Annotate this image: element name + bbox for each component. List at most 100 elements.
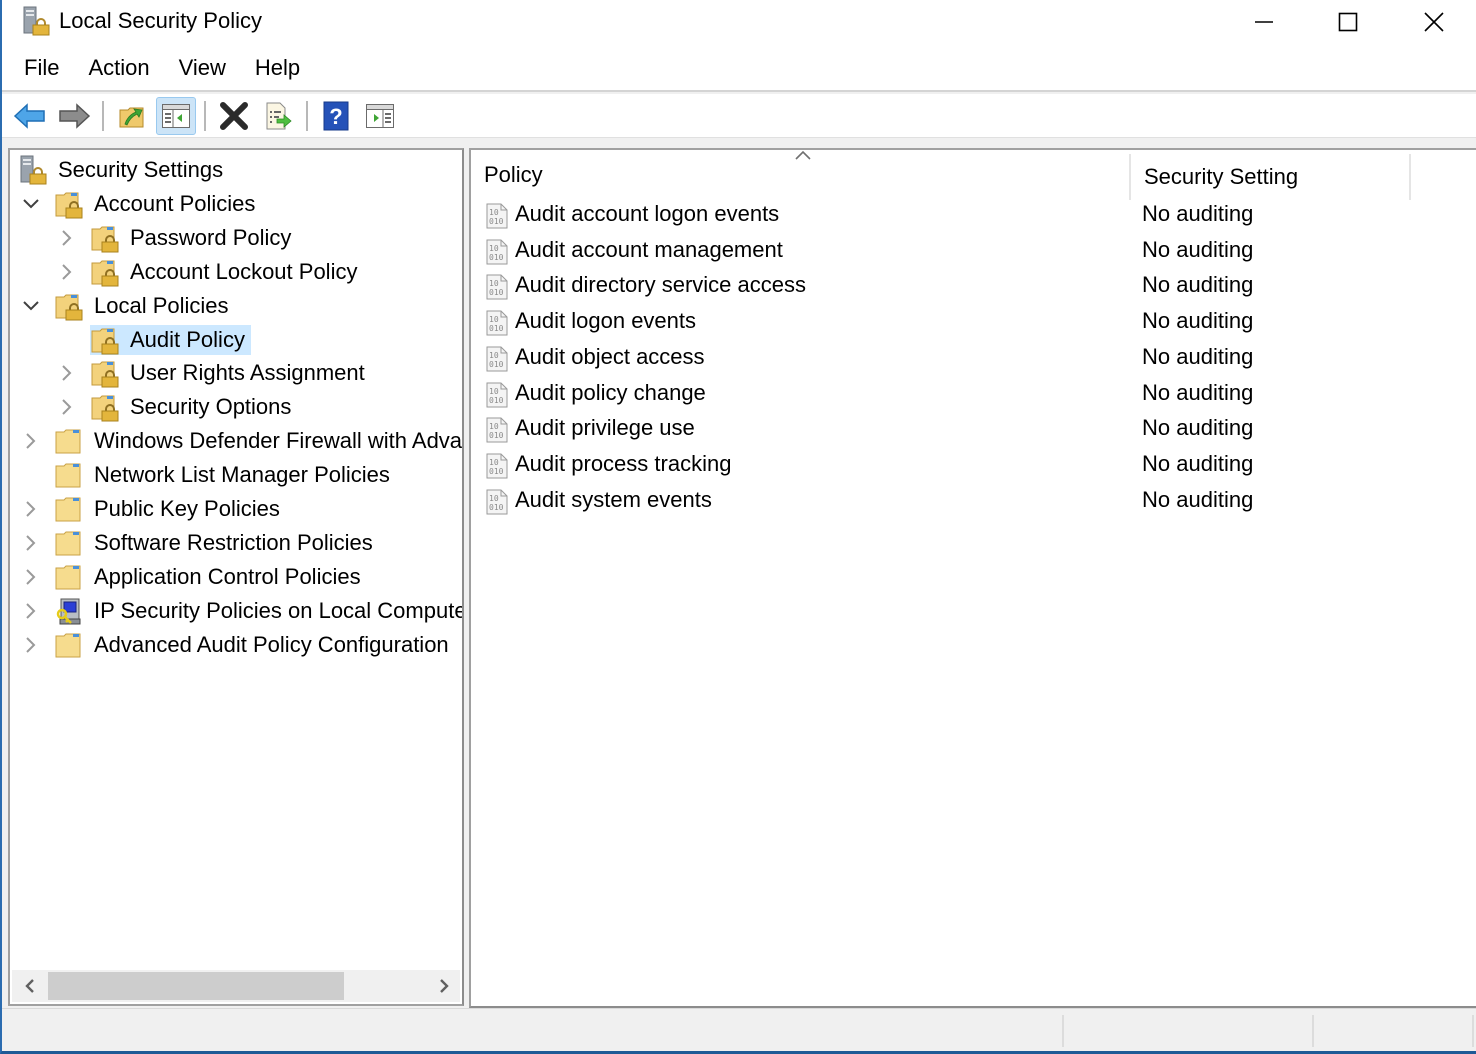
tree-item-content: Network List Manager Policies <box>54 460 396 490</box>
policy-row[interactable]: 10 010 Audit policy change No auditing <box>471 377 1471 413</box>
chevron-right-icon[interactable] <box>20 634 42 656</box>
column-header-policy[interactable]: Policy <box>471 150 1129 200</box>
security-policy-app-icon <box>22 6 50 36</box>
policy-row[interactable]: 10 010 Audit object access No auditing <box>471 341 1471 377</box>
show-hide-action-pane-button[interactable] <box>360 97 400 135</box>
security-setting-value: No auditing <box>1142 486 1254 512</box>
policy-row[interactable]: 10 010 Audit account management No auditing <box>471 234 1471 270</box>
tree-item-windows-defender-firewall-with-adva[interactable]: Windows Defender Firewall with Adva <box>20 424 463 458</box>
folder-icon <box>54 426 84 456</box>
chevron-down-icon[interactable] <box>20 295 42 317</box>
tree-item-security-settings[interactable]: Security Settings <box>18 153 229 187</box>
tree-item-content: Password Policy <box>90 223 297 253</box>
up-one-level-button[interactable] <box>112 97 152 135</box>
tree-item-content: Security Options <box>90 392 297 422</box>
svg-text:?: ? <box>329 104 342 129</box>
tree-item-ip-security-policies-on-local-compute[interactable]: IP Security Policies on Local Compute <box>20 594 462 628</box>
arrow-left-icon <box>13 102 45 129</box>
policy-name: Audit privilege use <box>515 415 695 441</box>
tree-item-account-policies[interactable]: Account Policies <box>20 187 261 221</box>
svg-text:010: 010 <box>489 360 504 369</box>
chevron-right-icon[interactable] <box>20 566 42 588</box>
tree-item-audit-policy[interactable]: Audit Policy <box>56 323 251 357</box>
scrollbar-thumb[interactable] <box>48 972 344 1000</box>
minimize-button[interactable] <box>1222 0 1306 44</box>
tree-item-content: Local Policies <box>54 291 235 321</box>
tree-item-public-key-policies[interactable]: Public Key Policies <box>20 492 286 526</box>
close-button[interactable] <box>1392 0 1476 44</box>
policy-name: Audit object access <box>515 343 705 369</box>
status-bar-divider <box>1062 1015 1064 1047</box>
svg-text:010: 010 <box>489 217 504 226</box>
svg-text:10: 10 <box>489 351 499 360</box>
back-button[interactable] <box>10 97 50 135</box>
tree-item-network-list-manager-policies[interactable]: Network List Manager Policies <box>20 458 396 492</box>
policy-row[interactable]: 10 010 Audit logon events No auditing <box>471 305 1471 341</box>
tree-horizontal-scrollbar[interactable] <box>12 970 460 1002</box>
folder-icon <box>54 494 84 524</box>
tree-item-label: Audit Policy <box>130 326 245 352</box>
locked-folder-icon <box>54 291 84 321</box>
policy-setting-icon: 10 010 <box>484 238 510 266</box>
policy-row[interactable]: 10 010 Audit privilege use No auditing <box>471 412 1471 448</box>
maximize-icon <box>1338 12 1358 32</box>
delete-button[interactable] <box>214 97 254 135</box>
folder-icon <box>54 528 84 558</box>
column-header-security-setting[interactable]: Security Setting <box>1129 154 1411 200</box>
show-hide-console-tree-button[interactable] <box>156 96 196 135</box>
tree-item-label: Advanced Audit Policy Configuration <box>94 631 449 657</box>
tree-item-user-rights-assignment[interactable]: User Rights Assignment <box>56 356 371 390</box>
policy-row[interactable]: 10 010 Audit account logon events No auditi… <box>471 198 1471 234</box>
tree-item-label: Account Policies <box>94 190 256 216</box>
tree-item-application-control-policies[interactable]: Application Control Policies <box>20 560 367 594</box>
policy-row[interactable]: 10 010 Audit process tracking No auditing <box>471 448 1471 484</box>
menu-action[interactable]: Action <box>78 51 159 85</box>
tree-item-label: User Rights Assignment <box>130 360 365 386</box>
window-title: Local Security Policy <box>59 8 262 33</box>
chevron-right-icon[interactable] <box>56 261 78 283</box>
local-security-policy-window: Local Security Policy File Action View H… <box>0 0 1476 1054</box>
maximize-button[interactable] <box>1306 0 1390 44</box>
policy-name: Audit process tracking <box>515 450 732 476</box>
svg-text:010: 010 <box>489 288 504 297</box>
scroll-right-button[interactable] <box>428 970 460 1002</box>
toolbar: ? <box>2 94 1476 138</box>
tree-item-security-options[interactable]: Security Options <box>56 390 297 424</box>
tree-item-content: Account Lockout Policy <box>90 257 363 287</box>
tree-item-advanced-audit-policy-configuration[interactable]: Advanced Audit Policy Configuration <box>20 628 455 662</box>
menu-view[interactable]: View <box>169 51 236 85</box>
tree-item-label: Windows Defender Firewall with Adva <box>94 428 463 454</box>
policy-row[interactable]: 10 010 Audit system events No auditing <box>471 484 1471 520</box>
chevron-right-icon[interactable] <box>20 498 42 520</box>
policy-name: Audit directory service access <box>515 272 806 298</box>
tree-item-label: Security Options <box>130 394 292 420</box>
policy-setting-icon: 10 010 <box>484 381 510 409</box>
menu-help[interactable]: Help <box>245 51 310 85</box>
chevron-right-icon[interactable] <box>56 362 78 384</box>
tree-item-password-policy[interactable]: Password Policy <box>56 221 297 255</box>
svg-text:10: 10 <box>489 315 499 324</box>
policy-name: Audit policy change <box>515 379 706 405</box>
svg-text:010: 010 <box>489 324 504 333</box>
tree-item-local-policies[interactable]: Local Policies <box>20 289 235 323</box>
scroll-left-button[interactable] <box>14 970 46 1002</box>
svg-text:010: 010 <box>489 396 504 405</box>
chevron-right-icon[interactable] <box>20 600 42 622</box>
chevron-right-icon[interactable] <box>20 430 42 452</box>
menu-file[interactable]: File <box>14 51 69 85</box>
tree-item-software-restriction-policies[interactable]: Software Restriction Policies <box>20 526 379 560</box>
tree-item-content: User Rights Assignment <box>90 358 371 388</box>
tree-item-content: Public Key Policies <box>54 494 286 524</box>
help-button[interactable]: ? <box>316 97 356 135</box>
security-setting-value: No auditing <box>1142 343 1254 369</box>
security-setting-value: No auditing <box>1142 415 1254 441</box>
policy-setting-icon: 10 010 <box>484 452 510 480</box>
policy-row[interactable]: 10 010 Audit directory service access No au… <box>471 269 1471 305</box>
forward-button[interactable] <box>54 97 94 135</box>
chevron-right-icon[interactable] <box>20 532 42 554</box>
chevron-down-icon[interactable] <box>20 193 42 215</box>
tree-item-account-lockout-policy[interactable]: Account Lockout Policy <box>56 255 363 289</box>
chevron-right-icon[interactable] <box>56 396 78 418</box>
export-list-button[interactable] <box>258 97 298 135</box>
chevron-right-icon[interactable] <box>56 227 78 249</box>
